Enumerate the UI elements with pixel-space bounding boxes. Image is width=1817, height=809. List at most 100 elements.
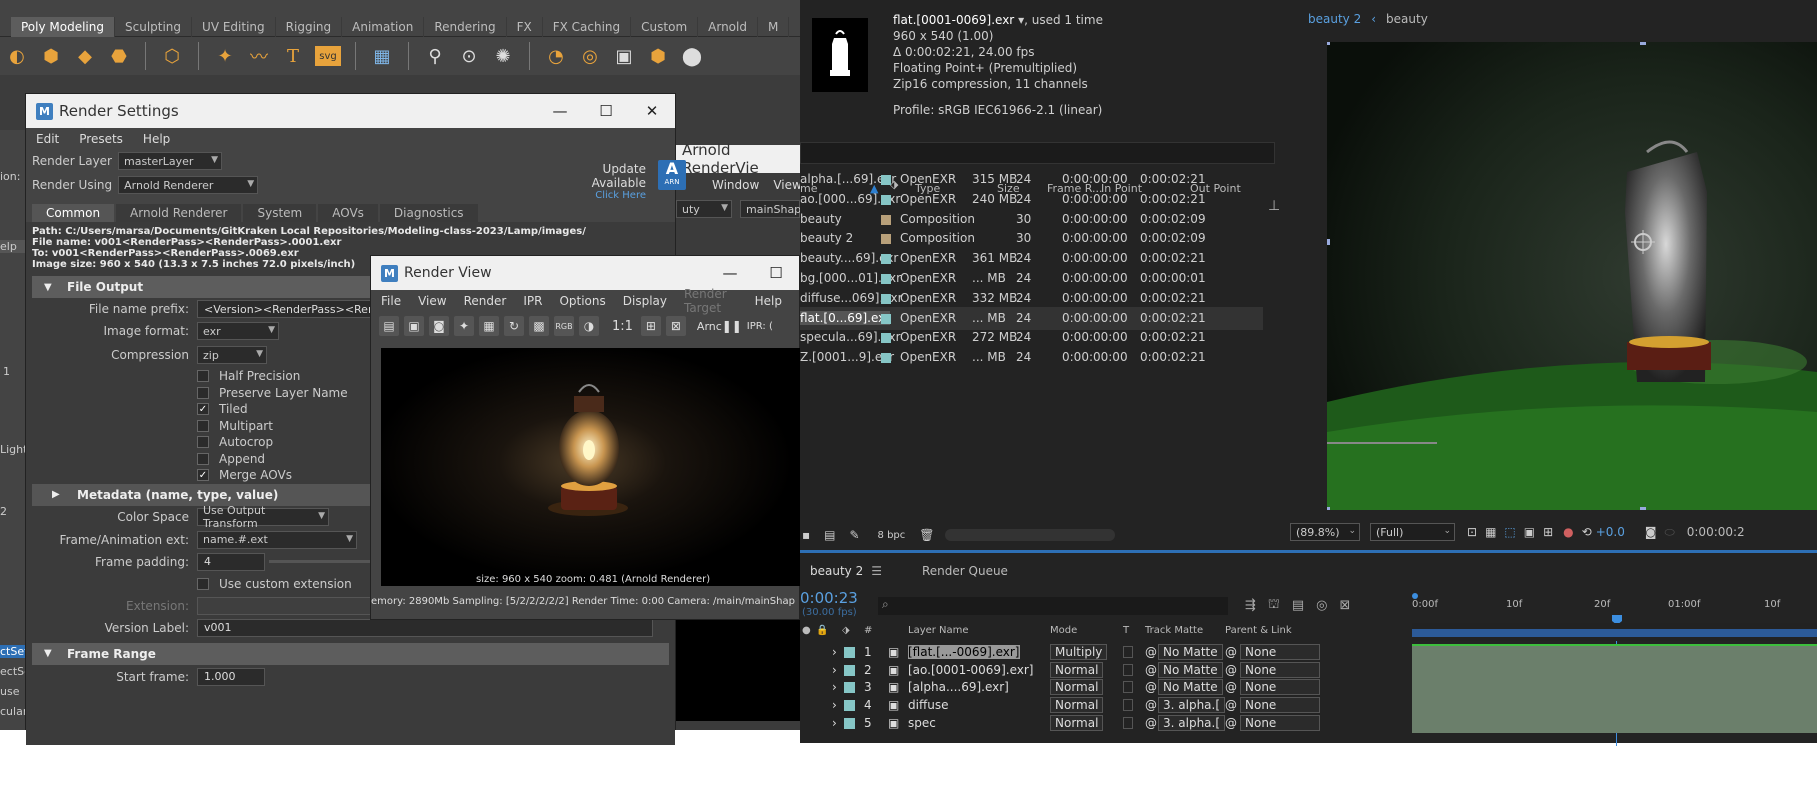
refresh-icon[interactable]: ↻ — [504, 316, 524, 336]
shelf-tab[interactable]: FX — [507, 17, 543, 37]
comp-tab-beauty[interactable]: beauty — [1386, 12, 1428, 26]
arv-aov-dropdown[interactable]: uty ▼ — [676, 200, 732, 218]
current-timecode[interactable]: 0:00:23 — [800, 589, 858, 607]
resolution-dropdown[interactable]: (Full) ⌄ — [1370, 523, 1455, 541]
shelf-tool-icon[interactable]: ◔ — [544, 44, 568, 68]
interpret-icon[interactable]: ▪ — [802, 528, 810, 542]
grid-options-icon[interactable]: ⊞ — [1543, 525, 1553, 539]
layer-duration-bar[interactable] — [1412, 679, 1817, 698]
track-matte-dropdown[interactable]: 3. alpha.[ — [1158, 714, 1226, 731]
shelf-tool-icon[interactable]: ◆ — [73, 44, 97, 68]
blend-mode-dropdown[interactable]: Normal — [1050, 661, 1104, 678]
color-space-dropdown[interactable]: Use Output Transform ▼ — [197, 504, 329, 530]
timeline-search-input[interactable]: ⌕ — [878, 597, 1228, 615]
expand-layer-icon[interactable]: › — [832, 645, 837, 659]
time-ruler[interactable]: 0:00f 10f 20f 01:00f 10f — [1412, 597, 1817, 617]
light-icon[interactable]: ⚲ — [423, 44, 447, 68]
exposure-value[interactable]: +0.0 — [1596, 525, 1625, 539]
shelf-tab[interactable]: Animation — [342, 17, 425, 37]
label-color-swatch[interactable] — [881, 313, 891, 324]
layer-name[interactable]: [flat.[...-0069].exr] — [908, 645, 1020, 659]
comp-mini-flowchart-icon[interactable]: ⇶ — [1245, 598, 1256, 613]
layer-name[interactable]: diffuse — [908, 698, 948, 712]
shelf-tab[interactable]: Custom — [631, 17, 699, 37]
shelf-tool-icon[interactable]: ▣ — [612, 44, 636, 68]
render-view-menu-item[interactable]: IPR — [523, 294, 542, 308]
render-view-menu-item[interactable]: Options — [559, 294, 605, 308]
curve-icon[interactable]: 〰 — [247, 44, 271, 68]
matte-link-icon[interactable]: @ — [1145, 698, 1157, 712]
ipr-icon[interactable]: ▦ — [479, 316, 499, 336]
light-icon[interactable]: ✺ — [491, 44, 515, 68]
render-region-icon[interactable]: ▣ — [404, 316, 424, 336]
render-view-menu-item[interactable]: Help — [755, 294, 782, 308]
checkbox[interactable]: ✓ — [197, 469, 209, 482]
shelf-tab[interactable]: UV Editing — [192, 17, 276, 37]
label-color-swatch[interactable] — [881, 274, 891, 284]
layer-duration-bar[interactable] — [1412, 661, 1817, 680]
snapshot-camera-icon[interactable]: ◙ — [1645, 525, 1657, 539]
maximize-icon[interactable]: ☐ — [583, 94, 629, 128]
real-size-button[interactable]: 1:1 — [612, 319, 633, 334]
render-view-menu-item[interactable]: Display — [623, 294, 667, 308]
minimize-icon[interactable]: — — [707, 256, 753, 290]
comp-tab-beauty-2[interactable]: beauty 2 — [1308, 12, 1361, 26]
matte-link-icon[interactable]: @ — [1145, 645, 1157, 659]
render-view-menu-item[interactable]: File — [381, 294, 401, 308]
render-settings-tab[interactable]: Common — [32, 204, 115, 222]
render-view-menu-item[interactable]: Render — [464, 294, 507, 308]
rgb-button[interactable]: RGB — [554, 316, 574, 336]
preserve-transparency-checkbox[interactable] — [1123, 663, 1133, 676]
alpha-icon[interactable]: ◑ — [579, 316, 599, 336]
parent-dropdown[interactable]: None — [1240, 714, 1320, 731]
region-of-interest-icon[interactable]: ⊡ — [1467, 525, 1477, 539]
file-name-prefix-input[interactable]: <Version><RenderPass><RenderPa — [197, 300, 397, 318]
shelf-tab[interactable]: Rendering — [424, 17, 507, 37]
preserve-transparency-checkbox[interactable] — [1123, 716, 1133, 729]
render-icon[interactable]: ✦ — [454, 316, 474, 336]
menu-presets[interactable]: Presets — [79, 132, 123, 146]
project-item[interactable]: Z.[0001...9].exr OpenEXR ... MB 24 0:00:00:0… — [800, 346, 1263, 369]
show-snapshot-icon[interactable]: ⬭ — [1665, 525, 1675, 540]
shelf-tab[interactable]: Sculpting — [115, 17, 193, 37]
render-settings-tab[interactable]: AOVs — [318, 204, 378, 222]
track-matte-dropdown[interactable]: No Matte — [1158, 644, 1223, 660]
render-queue-tab[interactable]: Render Queue — [922, 564, 1008, 578]
label-color-swatch[interactable] — [881, 254, 891, 265]
start-frame-input[interactable]: 1.000 — [197, 667, 265, 686]
render-using-dropdown[interactable]: Arnold Renderer ▼ — [118, 176, 259, 194]
snapshot-icon[interactable]: ◙ — [429, 316, 449, 336]
frame-blending-icon[interactable]: ▤ — [1292, 598, 1304, 613]
layer-duration-bar[interactable] — [1412, 714, 1817, 733]
display-icon[interactable]: ▩ — [529, 316, 549, 336]
track-matte-dropdown[interactable]: 3. alpha.[ — [1158, 697, 1226, 714]
light-icon[interactable]: ⊙ — [457, 44, 481, 68]
arv-menu-window[interactable]: Window — [712, 178, 759, 192]
shelf-tool-icon[interactable]: ⬤ — [680, 44, 704, 68]
magnification-dropdown[interactable]: (89.8%) ⌄ — [1290, 523, 1360, 541]
layer-duration-bar[interactable] — [1412, 644, 1817, 662]
arnold-update-icon[interactable]: A ARN — [658, 160, 686, 190]
work-area-start[interactable] — [1412, 593, 1418, 599]
parent-dropdown[interactable]: None — [1240, 679, 1320, 696]
track-matte-dropdown[interactable]: No Matte — [1158, 661, 1223, 678]
timeline-tab-beauty-2[interactable]: beauty 2 — [810, 564, 863, 578]
compression-dropdown[interactable]: zip ▼ — [197, 346, 267, 364]
arv-menu-view[interactable]: View — [773, 178, 801, 192]
label-color-swatch[interactable] — [881, 175, 891, 185]
track-matte-dropdown[interactable]: No Matte — [1158, 679, 1223, 696]
exposure-reset-icon[interactable]: ⟲ — [1582, 525, 1592, 539]
film-strip-icon[interactable]: ▤ — [379, 316, 399, 336]
expand-layer-icon[interactable]: › — [832, 698, 837, 712]
checkbox[interactable]: ✓ — [197, 403, 209, 416]
layer-name[interactable]: [alpha....69].exr] — [908, 680, 1009, 694]
close-icon[interactable]: ✕ — [629, 94, 675, 128]
shelf-tool-icon[interactable]: ⬡ — [160, 44, 184, 68]
shy-icon[interactable]: ⛫ — [1268, 597, 1280, 614]
parent-dropdown[interactable]: None — [1240, 661, 1320, 678]
pickwhip-icon[interactable]: @ — [1225, 663, 1237, 677]
project-search-input[interactable] — [800, 142, 1275, 164]
label-color-swatch[interactable] — [881, 194, 891, 205]
layer-label-color[interactable] — [844, 664, 855, 676]
shelf-tab[interactable]: Poly Modeling — [11, 17, 115, 37]
